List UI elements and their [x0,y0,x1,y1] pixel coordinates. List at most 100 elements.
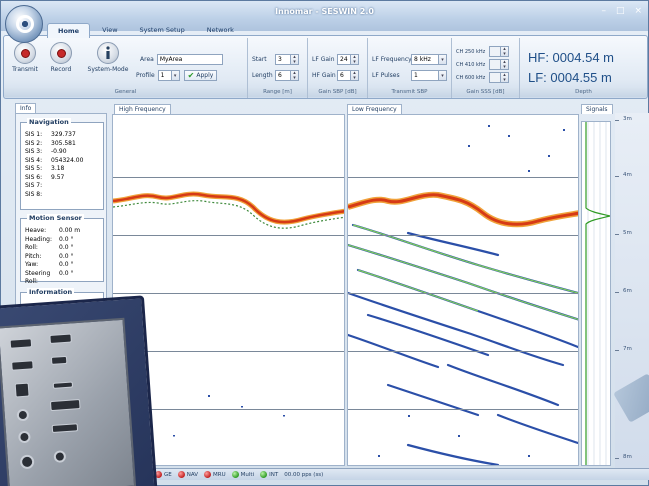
system-mode-label: System-Mode [87,66,129,73]
hf-gain-field: HF Gain 6 ▴ ▾ [312,70,359,81]
ch250-field: CH 250 kHz ▴ ▾ [456,46,509,57]
application-menu-button[interactable] [5,5,43,43]
ch250-input[interactable] [489,46,501,57]
motion-key: Heave: [25,227,47,234]
profile-label: Profile [136,72,155,79]
nav-value: 3.18 [51,165,65,172]
lf-gain-field: LF Gain 24 ▴ ▾ [312,54,359,65]
ch600-spinner-icon[interactable]: ▴ ▾ [501,72,509,83]
profile-select[interactable]: 1 [157,70,172,81]
nav-row: SIS 4: 054324.00 [25,157,99,166]
gain-sss-group: CH 250 kHz ▴ ▾ CH 410 kHz ▴ ▾ CH 600 kHz ▴… [452,38,520,98]
nav-row: SIS 8: [25,191,99,200]
nav-key: SIS 4: [25,156,43,164]
ch600-field: CH 600 kHz ▴ ▾ [456,72,509,83]
tab-network[interactable]: Network [197,23,244,38]
ch410-input[interactable] [489,59,501,70]
ch600-label: CH 600 kHz [456,74,486,81]
nav-key: SIS 1: [25,131,43,138]
motion-value: 0.00 m [59,227,81,234]
hf-gain-label: HF Gain [312,72,336,79]
area-input[interactable]: MyArea [156,54,223,65]
transmit-button[interactable]: Transmit [8,42,42,73]
status-ge-label: GE [164,472,172,478]
lf-gain-input[interactable]: 24 [337,54,351,65]
ribbon-tabs: Home View System Setup Network [47,23,244,38]
general-group: Transmit Record System-Mode Area MyArea [4,38,248,98]
status-multi-label: Multi [240,472,255,478]
lf-pulses-dropdown-icon[interactable]: ▾ [439,70,447,81]
hf-gain-input[interactable]: 6 [337,70,351,81]
ch250-spinner-icon[interactable]: ▴ ▾ [501,46,509,57]
motion-value: 0.0 ° [59,261,74,268]
tab-view[interactable]: View [92,23,127,38]
transmit-icon [14,42,36,64]
motion-value: 0.0 ° [59,235,74,243]
info-panel-tab[interactable]: Info [15,103,37,113]
motion-value: 0.0 ° [59,252,74,260]
apply-button[interactable]: ✔ Apply [183,70,218,81]
hardware-unit-image [0,295,158,486]
length-field: Length 6 ▴ ▾ [252,70,299,81]
nav-value: -0.90 [51,148,67,155]
nav-key: SIS 7: [25,182,43,189]
motion-sensor-title: Motion Sensor [27,214,84,222]
lf-echogram-graphic [348,125,578,465]
window-controls: – □ × [601,6,642,16]
status-int: INT [260,471,278,478]
checkmark-icon: ✔ [187,70,195,80]
motion-key: Roll: [25,244,38,251]
motion-row: Steering Roll: 0.0 ° [25,270,99,287]
record-icon [50,42,72,64]
lf-gain-spinner-icon[interactable]: ▴ ▾ [351,54,359,65]
low-frequency-panel-tab[interactable]: Low Frequency [347,104,402,114]
motion-row: Pitch: 0.0 ° [25,253,99,262]
ch250-label: CH 250 kHz [456,48,486,55]
system-mode-button[interactable]: System-Mode [86,42,130,73]
nav-status-icon [177,471,185,478]
motion-key: Steering Roll: [25,269,51,286]
nav-value: 9.57 [51,173,65,181]
start-spinner-icon[interactable]: ▴ ▾ [291,54,299,65]
record-button[interactable]: Record [44,42,78,73]
minimize-button[interactable]: – [601,6,606,16]
close-button[interactable]: × [634,6,642,16]
status-ge: GE [155,471,172,478]
signals-panel-tab[interactable]: Signals [581,104,613,114]
nav-row: SIS 5: 3.18 [25,165,99,174]
status-mru: MRU [204,471,226,478]
length-input[interactable]: 6 [275,70,291,81]
gain-sss-group-label: Gain SSS [dB] [452,88,519,97]
lf-depth-readout: LF: 0004.55 m [528,70,612,85]
length-label: Length [252,72,273,79]
lf-frequency-label: LF Frequency [372,56,412,63]
ribbon: Transmit Record System-Mode Area MyArea [3,35,648,99]
ch410-field: CH 410 kHz ▴ ▾ [456,59,509,70]
app-window: Innomar - SESWIN 2.0 – □ × Home View Sys… [0,0,649,486]
nav-value: 329.737 [51,131,76,138]
maximize-button[interactable]: □ [616,6,625,16]
mru-status-icon [204,471,212,478]
status-bar: GE NAV MRU Multi INT 00.00 pps (ss) [111,468,649,480]
lf-pulses-select[interactable]: 1 [411,70,439,81]
scale-tick-5m: 5m [623,230,632,236]
nav-row: SIS 2: 305.581 [25,140,99,149]
ch600-input[interactable] [489,72,501,83]
profile-dropdown-icon[interactable]: ▾ [171,70,180,81]
system-mode-icon [97,42,119,64]
lf-frequency-dropdown-icon[interactable]: ▾ [439,54,447,65]
hf-gain-spinner-icon[interactable]: ▴ ▾ [351,70,359,81]
start-input[interactable]: 3 [275,54,291,65]
depth-group: HF: 0004.54 m LF: 0004.55 m Depth [520,38,647,98]
window-title: Innomar - SESWIN 2.0 [275,7,374,16]
tab-home[interactable]: Home [47,23,91,38]
ch410-spinner-icon[interactable]: ▴ ▾ [501,59,509,70]
transmit-sbp-group-label: Transmit SBP [368,88,451,97]
high-frequency-panel-tab[interactable]: High Frequency [114,104,171,114]
int-status-icon [260,471,268,478]
low-frequency-echogram[interactable] [347,114,579,466]
tab-system-setup[interactable]: System Setup [130,23,195,38]
lf-frequency-select[interactable]: 8 kHz [411,54,439,65]
length-spinner-icon[interactable]: ▴ ▾ [291,70,299,81]
navigation-rows: SIS 1: 329.737 SIS 2: 305.581 SIS 3: -0.90 SIS… [25,131,99,199]
